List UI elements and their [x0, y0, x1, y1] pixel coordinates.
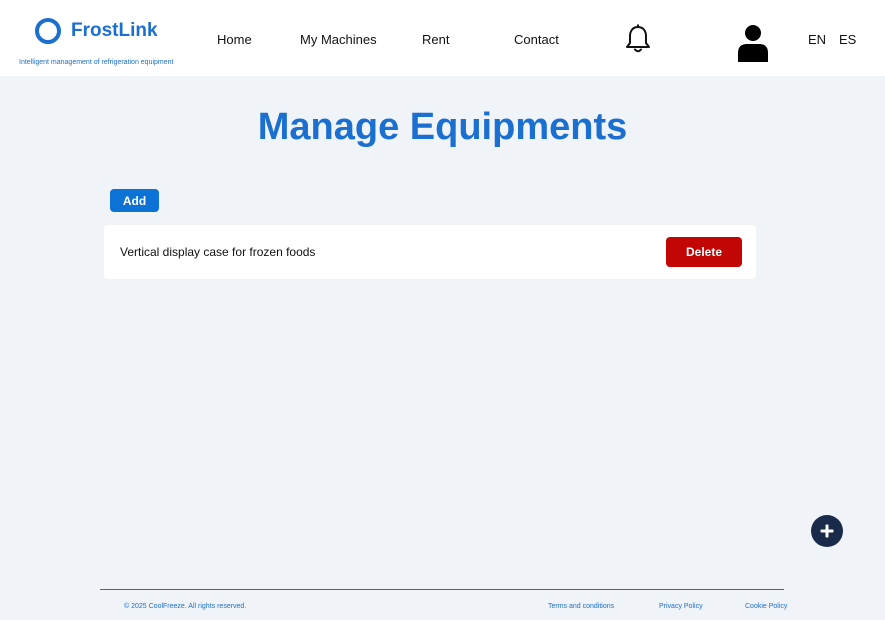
- nav-item-rent[interactable]: Rent: [422, 32, 449, 47]
- brand-tagline: Intelligent management of refrigeration …: [19, 59, 174, 66]
- footer-link-privacy[interactable]: Privacy Policy: [659, 603, 703, 610]
- brand-logo[interactable]: FrostLink: [18, 18, 158, 44]
- equipment-list-item: Vertical display case for frozen foods D…: [104, 225, 756, 279]
- logo-ring-icon: [35, 18, 61, 44]
- language-es[interactable]: ES: [839, 32, 856, 47]
- top-navigation-bar: FrostLink Intelligent management of refr…: [0, 0, 885, 76]
- delete-equipment-button[interactable]: Delete: [666, 237, 742, 267]
- language-en[interactable]: EN: [808, 32, 826, 47]
- brand-name: FrostLink: [71, 20, 158, 41]
- plus-icon: [820, 524, 834, 538]
- footer-link-terms[interactable]: Terms and conditions: [548, 603, 614, 610]
- nav-item-home[interactable]: Home: [217, 32, 252, 47]
- nav-item-my-machines[interactable]: My Machines: [300, 32, 377, 47]
- bell-icon[interactable]: [625, 24, 651, 54]
- floating-add-button[interactable]: [811, 515, 843, 547]
- footer-copyright: © 2025 CoolFreeze. All rights reserved.: [124, 603, 247, 610]
- footer-divider: [100, 589, 784, 590]
- user-icon[interactable]: [736, 24, 770, 62]
- page-title: Manage Equipments: [257, 106, 628, 148]
- equipment-name: Vertical display case for frozen foods: [120, 245, 316, 259]
- add-equipment-button[interactable]: Add: [110, 189, 159, 212]
- nav-item-contact[interactable]: Contact: [514, 32, 559, 47]
- footer-link-cookies[interactable]: Cookie Policy: [745, 603, 787, 610]
